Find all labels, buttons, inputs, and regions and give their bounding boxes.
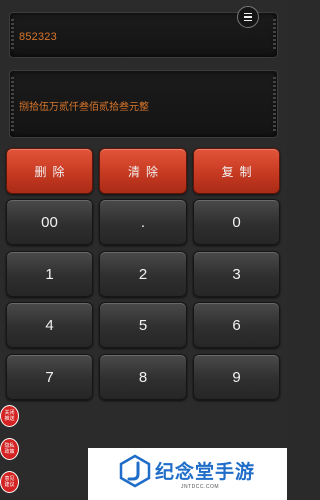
key-7[interactable]: 7 [6,354,93,400]
watermark-subtitle: JNTDCC.COM [181,484,220,490]
key-dot[interactable]: . [99,199,187,245]
clear-button[interactable]: 清除 [99,148,187,194]
menu-icon[interactable] [237,6,259,28]
key-0[interactable]: 0 [193,199,280,245]
key-4[interactable]: 4 [6,302,93,348]
watermark-title: 纪念堂手游 [155,461,256,483]
key-2[interactable]: 2 [99,251,187,297]
watermark: 纪念堂手游 JNTDCC.COM [88,448,287,500]
key-3[interactable]: 3 [193,251,280,297]
j-logo-icon [119,454,151,488]
key-9[interactable]: 9 [193,354,280,400]
key-00[interactable]: 00 [6,199,93,245]
calculator-app: 852323 捌拾伍万贰仟叁佰贰拾叁元整 删除 清除 复制 00 . 0 1 2… [0,0,287,500]
words-display: 捌拾伍万贰仟叁佰贰拾叁元整 [9,70,278,138]
feedback-button[interactable]: 意见 建议 [0,471,19,493]
copy-button[interactable]: 复制 [193,148,280,194]
key-1[interactable]: 1 [6,251,93,297]
key-6[interactable]: 6 [193,302,280,348]
close-push-button[interactable]: 关闭 推送 [0,405,19,427]
key-8[interactable]: 8 [99,354,187,400]
words-value: 捌拾伍万贰仟叁佰贰拾叁元整 [19,102,149,113]
key-5[interactable]: 5 [99,302,187,348]
privacy-policy-button[interactable]: 隐私 政策 [0,438,19,460]
delete-button[interactable]: 删除 [6,148,93,194]
number-value: 852323 [19,31,57,43]
